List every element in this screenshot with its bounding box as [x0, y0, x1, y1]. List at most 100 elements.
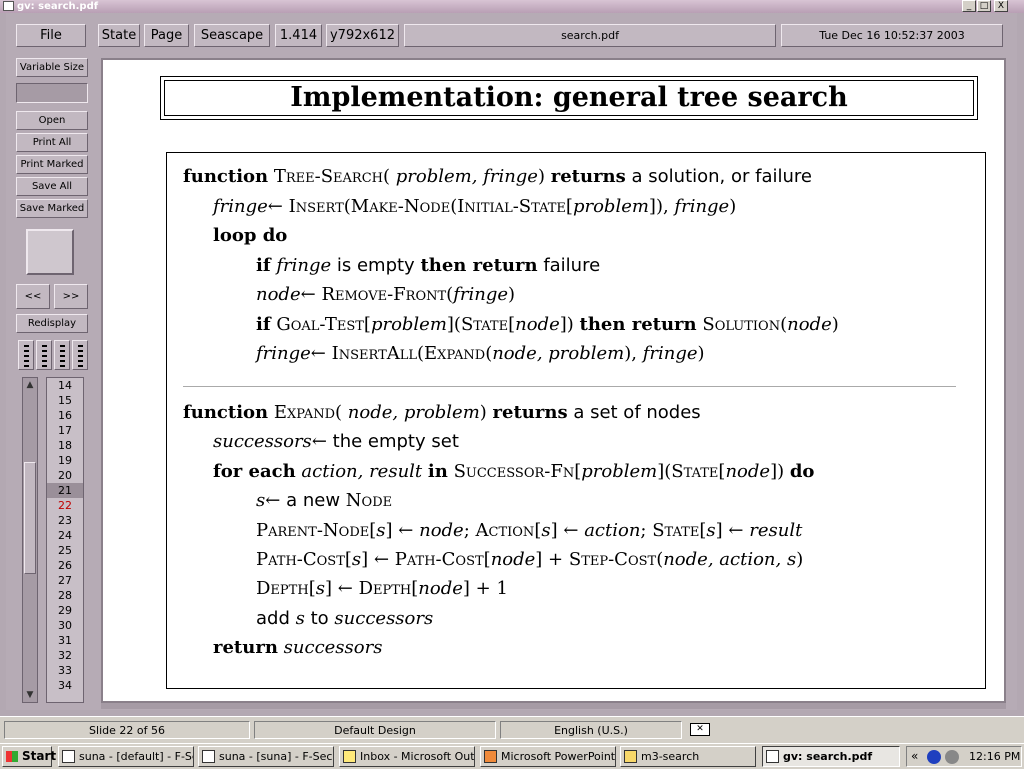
expand-line-newnode: s← a new Node — [256, 490, 393, 511]
page-number-item[interactable]: 23 — [47, 513, 83, 528]
document-canvas[interactable]: Implementation: general tree search func… — [101, 58, 1006, 703]
task-gv-search[interactable]: gv: search.pdf — [762, 746, 900, 767]
page-number-item[interactable]: 31 — [47, 633, 83, 648]
tray-expand-icon[interactable]: « — [911, 747, 918, 766]
page-number-item[interactable]: 22 — [47, 498, 83, 513]
scale-button[interactable]: 1.414 — [275, 24, 322, 47]
scroll-up-arrow-icon[interactable]: ▲ — [24, 379, 36, 391]
tree-search-line-goal: if Goal-Test[problem](State[node]) then … — [256, 314, 839, 335]
spelling-check-icon[interactable]: ✕ — [690, 723, 710, 736]
page-number-item[interactable]: 33 — [47, 663, 83, 678]
clock: 12:16 PM — [969, 750, 1021, 763]
expand-line-return: return successors — [213, 637, 383, 658]
next-page-button[interactable]: >> — [54, 284, 88, 309]
gv-window: File State Page Seascape 1.414 y792x612 … — [6, 13, 1017, 710]
file-menu-button[interactable]: File — [16, 24, 86, 47]
page-number-item[interactable]: 32 — [47, 648, 83, 663]
page-number-item[interactable]: 16 — [47, 408, 83, 423]
scroll-down-arrow-icon[interactable]: ▼ — [24, 689, 36, 701]
page-number-item[interactable]: 25 — [47, 543, 83, 558]
start-button[interactable]: Start — [2, 746, 56, 767]
unmark-pages-icon[interactable] — [72, 340, 88, 370]
task-powerpoint[interactable]: Microsoft PowerPoint... — [480, 746, 616, 767]
language-indicator: English (U.S.) — [500, 721, 682, 739]
task-m3-search[interactable]: m3-search — [620, 746, 756, 767]
page-number-item[interactable]: 21 — [47, 483, 83, 498]
page-number-item[interactable]: 28 — [47, 588, 83, 603]
gv-app-icon — [766, 750, 779, 763]
redisplay-button[interactable]: Redisplay — [16, 314, 88, 333]
page-number-item[interactable]: 19 — [47, 453, 83, 468]
page-number-item[interactable]: 30 — [47, 618, 83, 633]
powerpoint-icon — [484, 750, 497, 763]
expand-line-foreach: for each action, result in Successor-Fn[… — [213, 461, 815, 482]
powerpoint-status-bar: Slide 22 of 56 Default Design English (U… — [0, 716, 1024, 744]
open-button[interactable]: Open — [16, 111, 88, 130]
tree-search-line-empty: if fringe is empty then return failure — [256, 255, 601, 276]
task-fsecure-default[interactable]: suna - [default] - F-Se... — [58, 746, 194, 767]
mark-odd-pages-icon[interactable] — [36, 340, 52, 370]
maximize-button[interactable]: □ — [977, 0, 991, 12]
page-number-item[interactable]: 27 — [47, 573, 83, 588]
mark-even-pages-icon[interactable] — [54, 340, 70, 370]
volume-tray-icon[interactable] — [945, 750, 959, 764]
expand-line-parent: Parent-Node[s] ← node; Action[s] ← actio… — [256, 520, 803, 541]
minimize-button[interactable]: _ — [962, 0, 976, 12]
system-tray: « 12:16 PM — [906, 746, 1022, 767]
window-title: gv: search.pdf — [17, 1, 99, 12]
task-fsecure-suna[interactable]: suna - [suna] - F-Sec... — [198, 746, 334, 767]
expand-signature: function Expand( node, problem) returns … — [183, 402, 701, 423]
slide-counter: Slide 22 of 56 — [4, 721, 250, 739]
page-number-item[interactable]: 14 — [47, 378, 83, 393]
prev-page-button[interactable]: << — [16, 284, 50, 309]
close-button[interactable]: X — [994, 0, 1008, 12]
outlook-icon — [343, 750, 356, 763]
page-list[interactable]: 14 15 16 17 18 19 20 21 22 23 24 25 26 27 28 29 30 31 32 33… — [46, 377, 84, 703]
page-number-item[interactable]: 20 — [47, 468, 83, 483]
task-outlook-inbox[interactable]: Inbox - Microsoft Outl... — [339, 746, 475, 767]
page-number-item[interactable]: 26 — [47, 558, 83, 573]
folder-icon — [624, 750, 637, 763]
save-all-button[interactable]: Save All — [16, 177, 88, 196]
page-number-item[interactable]: 34 — [47, 678, 83, 693]
tree-search-signature: function Tree-Search( problem, fringe) r… — [183, 166, 812, 187]
tree-search-line-insert: fringe← Insert(Make-Node(Initial-State[p… — [213, 196, 737, 217]
variable-size-button[interactable]: Variable Size — [16, 58, 88, 77]
state-menu-button[interactable]: State — [98, 24, 140, 47]
expand-line-add: add s to successors — [256, 608, 434, 629]
page-menu-button[interactable]: Page — [144, 24, 189, 47]
canvas-horizontal-scrollbar[interactable] — [101, 703, 1006, 709]
section-divider — [183, 386, 956, 387]
expand-line-successors: successors← the empty set — [213, 431, 459, 452]
page-number-item[interactable]: 18 — [47, 438, 83, 453]
expand-line-depth: Depth[s] ← Depth[node] + 1 — [256, 578, 508, 599]
pan-panner[interactable] — [26, 229, 74, 275]
page-number-item[interactable]: 29 — [47, 603, 83, 618]
windows-flag-icon — [6, 751, 18, 762]
network-tray-icon[interactable] — [927, 750, 941, 764]
tree-search-line-insertall: fringe← InsertAll(Expand(node, problem),… — [256, 343, 705, 364]
page-list-scrollbar[interactable]: ▲ ▼ — [22, 377, 38, 703]
paper-size-button[interactable]: y792x612 — [326, 24, 399, 47]
fsecure-icon — [62, 750, 75, 763]
page-number-item[interactable]: 17 — [47, 423, 83, 438]
window-title-bar[interactable]: gv: search.pdf _ □ X — [0, 0, 1024, 13]
orientation-button[interactable]: Seascape — [194, 24, 270, 47]
design-name: Default Design — [254, 721, 496, 739]
save-marked-button[interactable]: Save Marked — [16, 199, 88, 218]
fsecure-icon — [202, 750, 215, 763]
mark-current-page-icon[interactable] — [18, 340, 34, 370]
date-field: Tue Dec 16 10:52:37 2003 — [781, 24, 1003, 47]
page-number-item[interactable]: 15 — [47, 393, 83, 408]
tree-search-line-remove: node← Remove-Front(fringe) — [256, 284, 516, 305]
scrollbar-thumb[interactable] — [24, 462, 36, 574]
page-label-field — [16, 83, 88, 103]
tree-search-line-loop: loop do — [213, 225, 288, 246]
print-marked-button[interactable]: Print Marked — [16, 155, 88, 174]
gv-app-icon — [3, 1, 14, 11]
print-all-button[interactable]: Print All — [16, 133, 88, 152]
windows-taskbar: Start suna - [default] - F-Se... suna - … — [0, 743, 1024, 769]
page-number-item[interactable]: 24 — [47, 528, 83, 543]
algorithm-box: function Tree-Search( problem, fringe) r… — [166, 152, 986, 689]
filename-field: search.pdf — [404, 24, 776, 47]
